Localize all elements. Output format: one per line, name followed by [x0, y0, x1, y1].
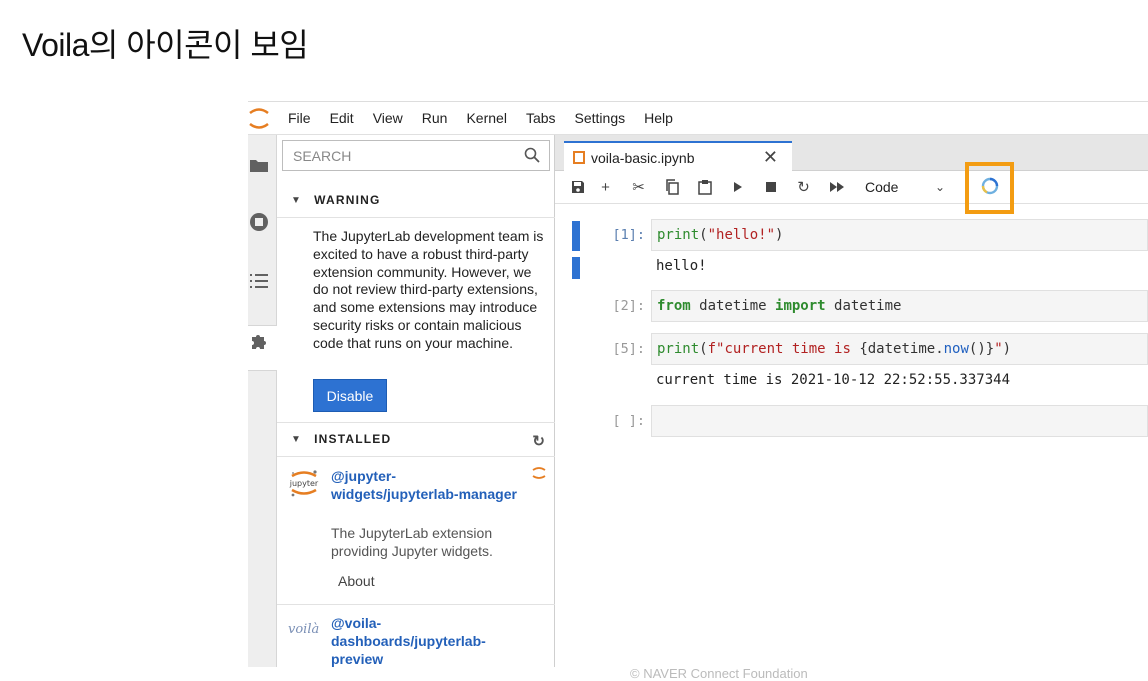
- tab-voila-basic[interactable]: voila-basic.ipynb ✕: [564, 141, 792, 172]
- running-sessions-icon[interactable]: [248, 210, 270, 234]
- extension-name[interactable]: @voila-dashboards/jupyterlab-preview: [331, 614, 521, 667]
- menu-view[interactable]: View: [373, 110, 403, 126]
- cell-input[interactable]: print("hello!"): [651, 219, 1148, 251]
- jupyterlab-window: File Edit View Run Kernel Tabs Settings …: [248, 101, 1148, 667]
- stop-icon[interactable]: [754, 173, 787, 201]
- cell-prompt: [5]:: [612, 341, 645, 357]
- divider: [277, 217, 555, 218]
- warning-header-label: WARNING: [314, 193, 381, 207]
- warning-text: The JupyterLab development team is excit…: [313, 228, 544, 351]
- menu-bar: File Edit View Run Kernel Tabs Settings …: [248, 102, 1148, 135]
- extension-name[interactable]: @jupyter-widgets/jupyterlab-manager: [331, 467, 521, 503]
- cell-input[interactable]: from datetime import datetime: [651, 290, 1148, 322]
- voila-extension-logo: voilà: [288, 622, 320, 637]
- menu-run[interactable]: Run: [422, 110, 448, 126]
- paste-icon[interactable]: [688, 173, 721, 201]
- tab-title: voila-basic.ipynb: [591, 149, 695, 166]
- activity-bar: [248, 135, 277, 667]
- run-icon[interactable]: [721, 173, 754, 201]
- restart-icon[interactable]: ↻: [787, 173, 820, 201]
- extension-description: The JupyterLab extension providing Jupyt…: [331, 525, 493, 559]
- copy-icon[interactable]: [655, 173, 688, 201]
- jupyter-small-icon: [532, 465, 546, 486]
- folder-icon[interactable]: [248, 153, 270, 177]
- chevron-down-icon: ⌄: [934, 180, 945, 194]
- divider: [277, 456, 555, 457]
- about-link[interactable]: About: [338, 573, 375, 589]
- tab-bar: voila-basic.ipynb ✕: [555, 135, 1148, 172]
- jupyter-logo-text: jupyter: [289, 479, 319, 488]
- menu-file[interactable]: File: [288, 110, 311, 126]
- notebook-icon: [573, 151, 585, 164]
- cell-input[interactable]: print(f"current time is {datetime.now()}…: [651, 333, 1148, 365]
- footer-copyright: © NAVER Connect Foundation: [630, 666, 808, 681]
- warning-section-header[interactable]: ▼ WARNING: [277, 185, 555, 215]
- voila-preview-icon[interactable]: [980, 176, 1000, 201]
- search-placeholder: SEARCH: [293, 147, 352, 164]
- slide-title: Voila의 아이콘이 보임: [22, 27, 309, 63]
- disable-button[interactable]: Disable: [313, 379, 387, 412]
- cell-output: hello!: [656, 258, 707, 274]
- caret-down-icon: ▼: [291, 194, 303, 206]
- voila-preview-highlight: [965, 162, 1014, 214]
- extension-search-input[interactable]: SEARCH: [282, 140, 550, 171]
- menu-help[interactable]: Help: [644, 110, 673, 126]
- add-cell-icon[interactable]: +: [589, 173, 622, 201]
- cell-type-value: Code: [865, 179, 899, 195]
- refresh-icon[interactable]: ↻: [532, 432, 545, 450]
- installed-header-label: INSTALLED: [314, 432, 392, 446]
- extension-manager-panel: SEARCH ▼ WARNING The JupyterLab developm…: [277, 135, 555, 667]
- cut-icon[interactable]: ✂: [622, 173, 655, 201]
- notebook-area: voila-basic.ipynb ✕ + ✂ ↻ Code ⌄ [1]: pr…: [555, 135, 1148, 667]
- jupyter-extension-logo: jupyter: [288, 467, 320, 499]
- fast-forward-icon[interactable]: [820, 173, 853, 201]
- output-collapser[interactable]: [572, 257, 580, 279]
- search-icon: [524, 147, 540, 166]
- menu-settings[interactable]: Settings: [575, 110, 626, 126]
- table-of-contents-icon[interactable]: [248, 269, 270, 293]
- divider: [277, 604, 555, 605]
- installed-section-header[interactable]: ▼ INSTALLED ↻: [277, 424, 555, 454]
- cell-output: current time is 2021-10-12 22:52:55.3373…: [656, 372, 1011, 388]
- cell-prompt: [ ]:: [612, 413, 645, 429]
- caret-down-icon: ▼: [291, 433, 303, 445]
- cell-prompt: [1]:: [612, 227, 645, 243]
- cell-input[interactable]: [651, 405, 1148, 437]
- menu-tabs[interactable]: Tabs: [526, 110, 556, 126]
- menu-kernel[interactable]: Kernel: [466, 110, 506, 126]
- divider: [277, 422, 555, 423]
- jupyter-logo-icon: [248, 102, 278, 135]
- menu-edit[interactable]: Edit: [330, 110, 354, 126]
- extension-manager-icon[interactable]: [248, 330, 270, 354]
- close-icon[interactable]: ✕: [763, 147, 778, 168]
- save-icon[interactable]: [567, 173, 589, 201]
- cell-type-select[interactable]: Code ⌄: [865, 179, 945, 195]
- notebook-toolbar: + ✂ ↻ Code ⌄: [555, 171, 1148, 204]
- cell-prompt: [2]:: [612, 298, 645, 314]
